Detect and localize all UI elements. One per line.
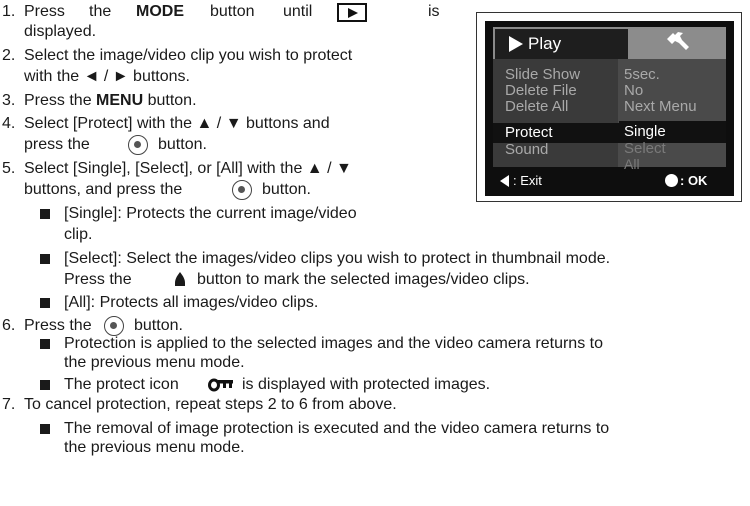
step-text: buttons, and press the — [24, 181, 183, 198]
bullet-icon — [40, 380, 50, 390]
step-text: Select [Protect] with the ▲ / ▼ buttons … — [24, 115, 330, 132]
step-text: Select the image/video clip you wish to … — [24, 47, 353, 64]
bullet-icon — [40, 209, 50, 219]
step-text: button. — [134, 317, 183, 334]
mode-button-label: MODE — [136, 3, 184, 20]
step-text: Press the — [24, 92, 97, 109]
step-text: button — [210, 3, 255, 20]
step-1: 1. Press the MODE button until is — [0, 2, 460, 22]
tab-play: Play — [493, 27, 630, 59]
bullet-text: The protect icon — [64, 376, 179, 393]
menu-item-sound: Sound — [505, 141, 549, 158]
lcd-footer: : Exit : OK — [493, 171, 726, 193]
bullet-text: The removal of image protection is execu… — [64, 420, 610, 437]
option-delete-all: Next Menu — [624, 98, 697, 115]
bullet-text: clip. — [64, 226, 93, 243]
manual-page: 1. Press the MODE button until is displa… — [0, 0, 750, 506]
step-number: 5. — [2, 160, 16, 177]
bullet-text: button to mark the selected images/video… — [197, 271, 530, 288]
play-icon — [509, 36, 523, 52]
bullet-text: is displayed with protected images. — [242, 376, 491, 393]
step-number: 6. — [2, 317, 16, 334]
step-number: 7. — [2, 396, 16, 413]
play-mode-icon — [337, 3, 367, 22]
step-text: button. — [262, 181, 311, 198]
step-text: is — [428, 3, 440, 20]
bullet-icon — [40, 339, 50, 349]
step-text: Select [Single], [Select], or [All] with… — [24, 160, 352, 177]
menu-button-label: MENU — [96, 92, 144, 109]
step-text: displayed. — [24, 23, 97, 40]
bullet-text: Press the — [64, 271, 132, 288]
step-text: with the ◄ / ► buttons. — [24, 68, 190, 85]
tab-setup — [630, 27, 726, 59]
ok-button-icon — [232, 180, 252, 200]
ok-dot-icon — [665, 174, 678, 187]
bullet-text: Protection is applied to the selected im… — [64, 335, 603, 352]
step-text: press the — [24, 136, 90, 153]
bullet-icon — [40, 254, 50, 264]
menu-panel: Slide Show Delete File Delete All Protec… — [493, 59, 726, 172]
bullet-text: the previous menu mode. — [64, 354, 245, 371]
bullet-icon — [40, 298, 50, 308]
ok-button-icon — [128, 135, 148, 155]
step-text: button. — [158, 136, 207, 153]
footer-ok-label: : OK — [680, 173, 708, 188]
step-number: 1. — [2, 3, 16, 20]
lcd-screen: Play Slide Show Delete File Delete All P… — [485, 21, 734, 196]
protect-key-icon — [208, 378, 233, 392]
bullet-text: [Single]: Protects the current image/vid… — [64, 205, 357, 222]
left-arrow-icon — [500, 175, 509, 187]
step-text: To cancel protection, repeat steps 2 to … — [24, 396, 397, 413]
step-text: Press the — [24, 317, 92, 334]
camera-lcd-screenshot: Play Slide Show Delete File Delete All P… — [476, 12, 742, 202]
wrench-icon — [667, 32, 689, 50]
step-text: until — [283, 3, 313, 20]
menu-item-protect: Protect — [505, 124, 553, 141]
step-number: 4. — [2, 115, 16, 132]
menu-item-delete-all: Delete All — [505, 98, 569, 115]
option-single: Single — [624, 123, 666, 140]
bullet-text: the previous menu mode. — [64, 439, 245, 456]
bullet-icon — [40, 424, 50, 434]
step-text: button. — [143, 92, 197, 109]
step-number: 2. — [2, 47, 16, 64]
step-number: 3. — [2, 92, 16, 109]
bullet-text: [All]: Protects all images/video clips. — [64, 294, 319, 311]
ok-button-icon — [104, 316, 124, 336]
footer-exit-label: : Exit — [513, 173, 542, 188]
step-text: the — [89, 3, 112, 20]
tab-play-label: Play — [528, 34, 562, 53]
bullet-text: [Select]: Select the images/video clips … — [64, 250, 611, 267]
step-text: Press — [24, 3, 65, 20]
arrow-up-icon — [175, 272, 185, 286]
